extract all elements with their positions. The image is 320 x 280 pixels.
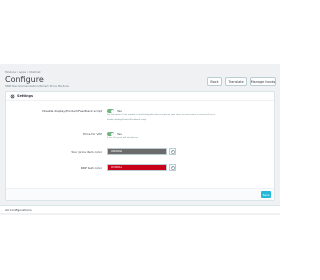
price-vat-toggle[interactable] <box>107 132 114 136</box>
display-script-help: Set this option if the module is interfe… <box>107 114 216 116</box>
translate-button[interactable]: Translate <box>225 77 247 86</box>
back-button[interactable]: Back <box>207 77 222 86</box>
price-vat-help: If set, the price will include tax <box>107 137 138 139</box>
page-subtitle: SMP Recommendation/Smart Price Module <box>5 84 69 88</box>
palette-icon <box>170 149 175 154</box>
panel-header: Settings <box>6 92 274 101</box>
color-picker-button[interactable] <box>169 164 176 171</box>
all-configurations-bar[interactable]: All Configurations <box>0 205 280 213</box>
palette-icon <box>170 165 175 170</box>
page-title: Configure <box>5 75 44 84</box>
rrp-color-label: RRP text color <box>80 166 102 170</box>
save-button[interactable]: Save <box>261 191 271 198</box>
panel-title: Settings <box>17 94 34 98</box>
price-color-input[interactable]: #6b6b6b <box>107 148 167 155</box>
display-script-help-secondary: Enable display/Product/Feedback script <box>107 119 147 121</box>
display-script-toggle[interactable] <box>107 109 114 113</box>
breadcrumb[interactable]: Module / apps / Wishlist <box>5 70 41 74</box>
price-vat-label: Price for VAT <box>83 132 102 136</box>
price-color-label: Your price item color <box>71 150 102 154</box>
display-script-label: Disable display/Product/Feedback script <box>42 109 102 113</box>
settings-panel: Settings Disable display/Product/Feedbac… <box>5 91 275 201</box>
color-picker-button[interactable] <box>169 148 176 155</box>
display-script-value: Yes <box>117 109 122 113</box>
manage-hooks-button[interactable]: Manage hooks <box>250 77 276 86</box>
rrp-color-input[interactable]: #c8001a <box>107 164 167 171</box>
price-vat-value: Yes <box>117 132 122 136</box>
gear-icon <box>10 94 15 98</box>
panel-footer: Save <box>6 188 274 200</box>
